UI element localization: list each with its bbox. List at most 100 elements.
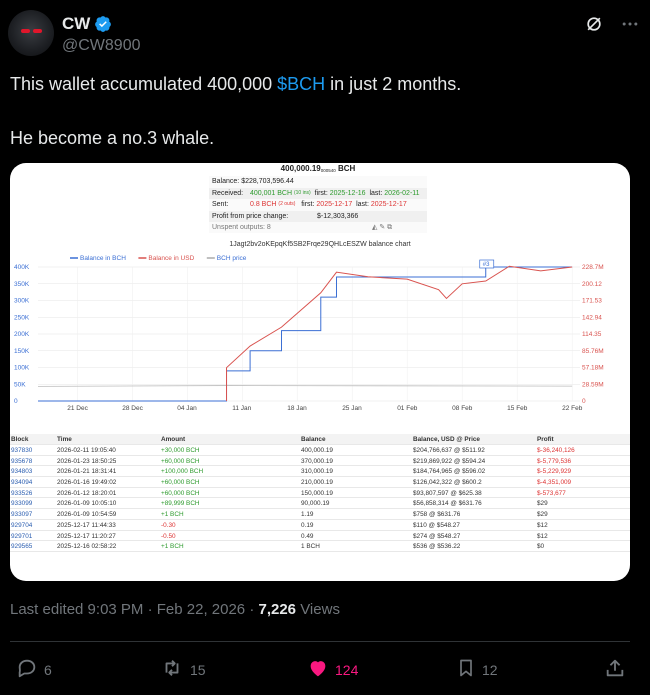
tx-amount: +100,000 BCH (161, 468, 204, 476)
avatar-eye (21, 29, 30, 33)
share-button[interactable] (604, 657, 626, 682)
balance-bch: 400,000.19 000540 BCH (209, 163, 427, 177)
block-link[interactable]: 933099 (11, 500, 32, 507)
views-count: 7,226 (258, 601, 297, 618)
tx-balance-usd: $110 @ $548.27 (413, 521, 460, 529)
grok-icon[interactable] (584, 14, 604, 39)
y-right-tick: 228.7M (582, 264, 604, 271)
col-header[interactable]: Block (11, 436, 28, 443)
table-row: 934803 2026-01-21 18:31:41 +100,000 BCH 310… (10, 466, 630, 478)
block-link[interactable]: 933097 (11, 511, 32, 518)
tx-time: 2026-01-09 10:54:59 (57, 511, 117, 519)
tx-balance-usd: $219,869,922 @ $594.24 (413, 457, 486, 465)
col-header[interactable]: Time (57, 436, 72, 443)
block-link[interactable]: 929565 (11, 543, 32, 550)
balance-unit: BCH (337, 164, 356, 173)
tx-balance: 0.19 (301, 521, 314, 529)
wallet-info-box: 400,000.19 000540 BCH Balance: $228,703,5… (209, 163, 427, 234)
col-header[interactable]: Profit (537, 436, 554, 443)
tx-profit: $-5,779,536 (537, 457, 572, 465)
more-options-icon[interactable] (620, 14, 640, 39)
legend-label: Balance in BCH (80, 255, 126, 262)
tweet-image[interactable]: 400,000.19 000540 BCH Balance: $228,703,5… (10, 163, 630, 581)
balance-chart[interactable]: Balance in BCH Balance in USD BCH price 400… (10, 251, 630, 434)
tweet-meta: Last edited 9:03 PM · Feb 22, 2026 · 7,2… (10, 601, 340, 618)
tx-amount: +1 BCH (161, 543, 184, 551)
bookmark-button[interactable]: 12 (456, 657, 498, 682)
col-header[interactable]: Balance, USD @ Price (413, 436, 480, 443)
tx-balance: 370,000.19 (301, 457, 333, 465)
tx-amount: +60,000 BCH (161, 479, 200, 487)
author-name[interactable]: CW (62, 14, 90, 34)
col-header[interactable]: Balance (301, 436, 326, 443)
tx-profit: $12 (537, 532, 548, 540)
tx-balance: 90,000.19 (301, 500, 330, 508)
received-last: 2026-02-11 (384, 189, 420, 197)
tx-amount: +89,999 BCH (161, 500, 200, 508)
cashtag-link[interactable]: $BCH (277, 74, 325, 94)
tx-profit: $12 (537, 521, 548, 529)
reply-button[interactable]: 6 (16, 657, 52, 682)
sent-count: (2 outs) (278, 201, 296, 208)
block-link[interactable]: 929704 (11, 522, 32, 529)
y-right-tick: 28.59M (582, 381, 604, 388)
block-link[interactable]: 935678 (11, 458, 32, 465)
block-link[interactable]: 934803 (11, 468, 32, 475)
tx-amount: +30,000 BCH (161, 447, 200, 454)
y-right-tick: 142.94 (582, 314, 602, 321)
table-header-row: Block Time Amount Balance Balance, USD @… (10, 434, 630, 445)
tx-time: 2025-12-16 02:58:22 (57, 543, 117, 551)
block-link[interactable]: 937830 (11, 447, 32, 454)
unspent-row: Unspent outputs: 8 ◭ ✎ ⧉ (209, 222, 427, 234)
y-right-tick: 57.18M (582, 365, 604, 372)
tx-profit: $-4,351,009 (537, 479, 572, 487)
tx-profit: $0 (537, 543, 545, 551)
views-label: Views (296, 601, 340, 618)
block-link[interactable]: 934094 (11, 479, 32, 486)
tx-amount: -0.50 (161, 532, 176, 540)
profit-row: Profit from price change: $-12,303,366 (209, 210, 427, 223)
block-link[interactable]: 933526 (11, 490, 32, 497)
verified-badge-icon (94, 15, 112, 33)
x-tick: 21 Dec (67, 405, 88, 412)
action-bar: 6 15 124 12 (0, 652, 650, 688)
tx-profit: $29 (537, 511, 548, 519)
first-label: first: (301, 201, 315, 209)
avatar-eye (33, 29, 42, 33)
tx-time: 2026-01-16 19:49:02 (57, 479, 117, 487)
settings-icons[interactable]: ◭ ✎ ⧉ (372, 222, 392, 233)
y-left-tick: 350K (14, 281, 30, 288)
divider (10, 641, 630, 642)
heart-icon (307, 657, 329, 682)
x-tick: 08 Feb (452, 405, 473, 412)
series-balance-usd (226, 265, 573, 401)
bookmark-icon (456, 657, 476, 682)
tx-balance: 1 BCH (301, 543, 320, 551)
tweet-text: in just 2 months. (325, 74, 462, 94)
sent-value: 0.8 BCH (250, 201, 277, 209)
tx-profit: $29 (537, 500, 548, 508)
table-row: 937830 2026-02-11 19:05:40 +30,000 BCH 400,… (10, 445, 630, 456)
tx-amount: -0.30 (161, 521, 176, 529)
tx-balance-usd: $126,042,322 @ $600.2 (413, 479, 482, 487)
profit-value: $-12,303,366 (317, 212, 359, 220)
tx-balance-usd: $536 @ $536.22 (413, 543, 461, 551)
share-icon (604, 657, 626, 682)
x-tick: 28 Dec (122, 405, 143, 412)
avatar[interactable] (8, 10, 54, 56)
edited-timestamp[interactable]: Last edited 9:03 PM · Feb 22, 2026 · (10, 601, 258, 618)
balance-usd: $228,703,596.44 (241, 178, 294, 186)
sent-first: 2025-12-17 (316, 201, 353, 209)
col-header[interactable]: Amount (161, 436, 185, 443)
author-handle[interactable]: @CW8900 (62, 37, 141, 55)
legend-label: Balance in USD (148, 255, 194, 262)
y-left-tick: 400K (14, 264, 30, 271)
x-tick: 15 Feb (507, 405, 528, 412)
x-tick: 25 Jan (342, 405, 362, 412)
tx-time: 2026-01-21 18:31:41 (57, 468, 117, 476)
repost-button[interactable]: 15 (160, 657, 206, 682)
like-button[interactable]: 124 (307, 657, 358, 682)
block-link[interactable]: 929701 (11, 533, 32, 540)
tx-balance-usd: $184,764,965 @ $596.02 (413, 468, 486, 476)
y-left-tick: 150K (14, 348, 30, 355)
